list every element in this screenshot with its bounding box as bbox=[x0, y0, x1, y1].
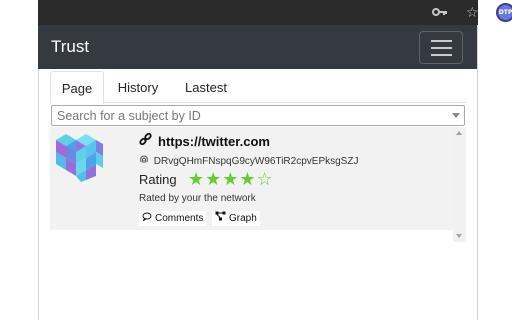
comments-label: Comments bbox=[155, 213, 204, 224]
graph-icon bbox=[215, 211, 226, 226]
search-placeholder: Search for a subject by ID bbox=[57, 109, 201, 123]
empty-star-icon: ☆ bbox=[256, 169, 274, 189]
scroll-down-arrow-icon[interactable] bbox=[456, 234, 462, 238]
rating-row: Rating ★★★★☆ bbox=[139, 170, 273, 189]
tab-lastest[interactable]: Lastest bbox=[171, 71, 241, 103]
subject-search-select[interactable]: Search for a subject by ID bbox=[51, 105, 465, 126]
hamburger-icon bbox=[431, 40, 452, 42]
menu-toggle-button[interactable] bbox=[419, 31, 463, 64]
link-icon bbox=[139, 132, 153, 150]
subject-title[interactable]: https://twitter.com bbox=[139, 132, 270, 150]
scroll-up-arrow-icon[interactable] bbox=[456, 131, 462, 135]
tab-page[interactable]: Page bbox=[50, 71, 104, 104]
rating-label: Rating bbox=[139, 172, 177, 187]
browser-toolbar: ☆ DTP bbox=[38, 0, 512, 25]
subject-id: DRvgQHmFNspqG9cyW96TiR2cpvEPksgSZJ bbox=[153, 156, 359, 167]
dropdown-caret-icon[interactable] bbox=[452, 113, 460, 118]
comment-icon bbox=[142, 211, 152, 226]
window-left-border bbox=[38, 25, 39, 320]
subject-url[interactable]: https://twitter.com bbox=[158, 134, 270, 149]
identicon-logo bbox=[53, 130, 106, 182]
popup-window: ☆ DTP Trust Page History Lastest Search … bbox=[0, 0, 512, 320]
tab-bar: Page History Lastest bbox=[50, 71, 466, 104]
window-right-border bbox=[477, 25, 478, 320]
navbar: Trust bbox=[38, 25, 477, 69]
fingerprint-icon bbox=[139, 154, 151, 168]
network-rating-text: Rated by your the network bbox=[139, 193, 256, 204]
results-scrollbar[interactable] bbox=[453, 127, 466, 242]
graph-button[interactable]: Graph bbox=[212, 211, 260, 226]
comments-button[interactable]: Comments bbox=[139, 211, 207, 226]
subject-id-row: DRvgQHmFNspqG9cyW96TiR2cpvEPksgSZJ bbox=[139, 154, 358, 168]
bookmark-star-icon[interactable]: ☆ bbox=[466, 5, 480, 20]
tab-history[interactable]: History bbox=[106, 71, 170, 103]
extension-avatar[interactable]: DTP bbox=[496, 3, 512, 22]
graph-label: Graph bbox=[229, 213, 257, 224]
filled-stars-icon: ★★★★ bbox=[188, 169, 257, 189]
brand-title[interactable]: Trust bbox=[51, 37, 89, 57]
key-icon[interactable] bbox=[432, 5, 448, 20]
rating-stars[interactable]: ★★★★☆ bbox=[188, 170, 274, 188]
